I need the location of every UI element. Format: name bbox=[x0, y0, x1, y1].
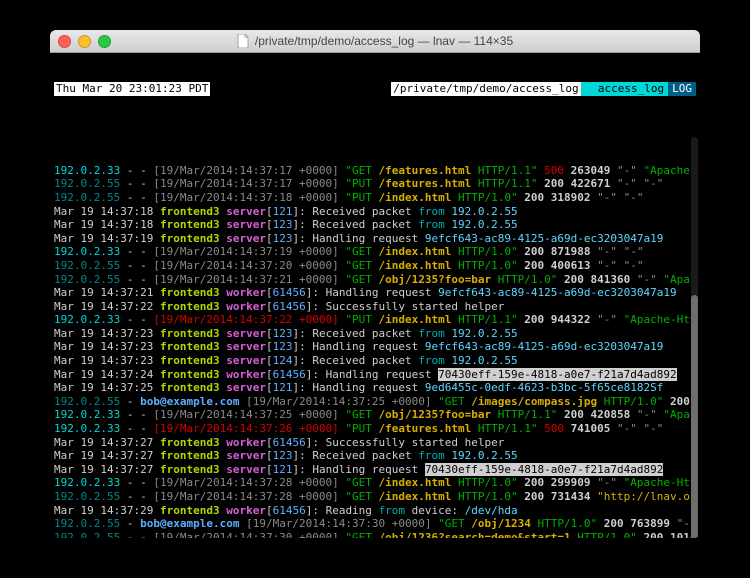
file-badge: access_log bbox=[581, 82, 668, 96]
log-line[interactable]: 192.0.2.55 - - [19/Mar/2014:14:37:21 +00… bbox=[54, 273, 696, 287]
log-line[interactable]: 192.0.2.33 - - [19/Mar/2014:14:37:25 +00… bbox=[54, 408, 696, 422]
log-line[interactable]: 192.0.2.55 - - [19/Mar/2014:14:37:17 +00… bbox=[54, 177, 696, 191]
log-line[interactable]: Mar 19 14:37:27 frontend3 server[121]: H… bbox=[54, 463, 696, 477]
titlebar[interactable]: /private/tmp/demo/access_log — lnav — 11… bbox=[50, 30, 700, 53]
window-title-text: /private/tmp/demo/access_log — lnav — 11… bbox=[255, 34, 513, 48]
log-line[interactable]: 192.0.2.55 - - [19/Mar/2014:14:37:18 +00… bbox=[54, 191, 696, 205]
log-line[interactable]: Mar 19 14:37:27 frontend3 server[123]: R… bbox=[54, 449, 696, 463]
log-line[interactable]: 192.0.2.33 - - [19/Mar/2014:14:37:28 +00… bbox=[54, 476, 696, 490]
log-line[interactable]: Mar 19 14:37:19 frontend3 server[123]: H… bbox=[54, 232, 696, 246]
log-line[interactable]: Mar 19 14:37:23 frontend3 server[123]: H… bbox=[54, 340, 696, 354]
log-line[interactable]: Mar 19 14:37:24 frontend3 worker[61456]:… bbox=[54, 368, 696, 382]
document-icon bbox=[237, 34, 249, 48]
log-line[interactable]: Mar 19 14:37:23 frontend3 server[123]: R… bbox=[54, 327, 696, 341]
minimize-icon[interactable] bbox=[78, 35, 91, 48]
log-line[interactable]: 192.0.2.33 - - [19/Mar/2014:14:37:22 +00… bbox=[54, 313, 696, 327]
log-viewport[interactable]: 192.0.2.33 - - [19/Mar/2014:14:37:17 +00… bbox=[54, 164, 696, 538]
file-path: /private/tmp/demo/access_log bbox=[391, 82, 580, 96]
log-line[interactable]: Mar 19 14:37:18 frontend3 server[123]: R… bbox=[54, 218, 696, 232]
scrollbar-thumb[interactable] bbox=[691, 295, 698, 538]
log-line[interactable]: Mar 19 14:37:22 frontend3 worker[61456]:… bbox=[54, 300, 696, 314]
terminal-window: /private/tmp/demo/access_log — lnav — 11… bbox=[50, 30, 700, 538]
log-line[interactable]: Mar 19 14:37:23 frontend3 server[124]: R… bbox=[54, 354, 696, 368]
log-line[interactable]: 192.0.2.55 - - [19/Mar/2014:14:37:20 +00… bbox=[54, 259, 696, 273]
window-title: /private/tmp/demo/access_log — lnav — 11… bbox=[50, 34, 700, 48]
traffic-lights bbox=[58, 35, 111, 48]
clock-text: Thu Mar 20 23:01:23 PDT bbox=[54, 82, 210, 96]
log-line[interactable]: 192.0.2.33 - - [19/Mar/2014:14:37:26 +00… bbox=[54, 422, 696, 436]
view-mode: LOG bbox=[668, 82, 696, 96]
log-line[interactable]: Mar 19 14:37:27 frontend3 worker[61456]:… bbox=[54, 436, 696, 450]
log-line[interactable]: 192.0.2.55 - - [19/Mar/2014:14:37:28 +00… bbox=[54, 490, 696, 504]
log-line[interactable]: Mar 19 14:37:29 frontend3 worker[61456]:… bbox=[54, 504, 696, 518]
zoom-icon[interactable] bbox=[98, 35, 111, 48]
scrollbar[interactable] bbox=[691, 137, 698, 538]
log-line[interactable]: 192.0.2.55 - bob@example.com [19/Mar/201… bbox=[54, 395, 696, 409]
log-line[interactable]: 192.0.2.55 - - [19/Mar/2014:14:37:30 +00… bbox=[54, 531, 696, 538]
log-line[interactable]: Mar 19 14:37:21 frontend3 worker[61456]:… bbox=[54, 286, 696, 300]
terminal-body[interactable]: Thu Mar 20 23:01:23 PDT /private/tmp/dem… bbox=[50, 53, 700, 538]
close-icon[interactable] bbox=[58, 35, 71, 48]
log-line[interactable]: 192.0.2.33 - - [19/Mar/2014:14:37:17 +00… bbox=[54, 164, 696, 178]
log-line[interactable]: 192.0.2.55 - bob@example.com [19/Mar/201… bbox=[54, 517, 696, 531]
log-line[interactable]: Mar 19 14:37:18 frontend3 server[121]: R… bbox=[54, 205, 696, 219]
top-status-line: Thu Mar 20 23:01:23 PDT /private/tmp/dem… bbox=[54, 82, 696, 96]
log-line[interactable]: 192.0.2.33 - - [19/Mar/2014:14:37:19 +00… bbox=[54, 245, 696, 259]
log-line[interactable]: Mar 19 14:37:25 frontend3 server[121]: H… bbox=[54, 381, 696, 395]
